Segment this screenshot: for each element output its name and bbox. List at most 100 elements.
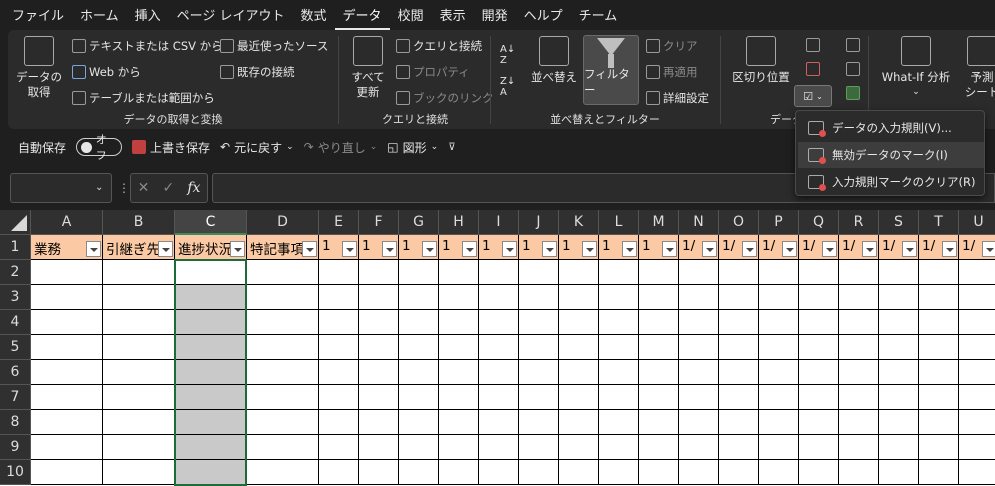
cell[interactable] [919, 435, 959, 460]
cell[interactable] [839, 335, 879, 360]
cell[interactable] [919, 385, 959, 410]
tab-0[interactable]: ファイル [4, 4, 72, 30]
chevron-down-icon[interactable]: ⌄ [95, 182, 103, 193]
cell[interactable] [639, 385, 679, 410]
cell[interactable] [399, 360, 439, 385]
cell[interactable] [879, 310, 919, 335]
cell[interactable] [919, 460, 959, 485]
cell[interactable] [439, 285, 479, 310]
cell[interactable] [759, 360, 799, 385]
filter-dropdown-icon[interactable] [862, 241, 877, 257]
tab-7[interactable]: 表示 [432, 4, 474, 30]
column-header[interactable]: Q [799, 210, 839, 235]
save-button[interactable]: 上書き保存 [132, 139, 210, 156]
filter-dropdown-icon[interactable] [502, 241, 517, 257]
menu-item-2[interactable]: 入力規則マークのクリア(R) [798, 169, 984, 195]
cell[interactable] [519, 460, 559, 485]
get-data-button[interactable]: データの 取得 [16, 36, 62, 100]
cell[interactable] [359, 360, 399, 385]
cell[interactable] [31, 410, 103, 435]
filter-dropdown-icon[interactable] [302, 241, 317, 257]
cell[interactable] [799, 360, 839, 385]
row-header[interactable]: 4 [0, 310, 31, 335]
sort-desc-button[interactable]: Z↓ A [500, 76, 515, 98]
cell[interactable] [679, 410, 719, 435]
cell[interactable] [439, 360, 479, 385]
cell[interactable] [799, 410, 839, 435]
column-header[interactable]: A [31, 210, 103, 235]
row-header[interactable]: 1 [0, 235, 31, 260]
column-header[interactable]: E [319, 210, 359, 235]
cell[interactable] [519, 410, 559, 435]
select-all-button[interactable] [0, 210, 31, 235]
cancel-icon[interactable]: ✕ [138, 180, 150, 196]
cell[interactable] [319, 285, 359, 310]
cell[interactable] [247, 285, 319, 310]
cell[interactable] [319, 335, 359, 360]
cell[interactable] [175, 435, 247, 460]
column-header[interactable]: T [919, 210, 959, 235]
filter-dropdown-icon[interactable] [462, 241, 477, 257]
column-header[interactable]: D [247, 210, 319, 235]
cell[interactable] [399, 460, 439, 485]
cell[interactable] [879, 435, 919, 460]
row-header[interactable]: 9 [0, 435, 31, 460]
filter-dropdown-icon[interactable] [86, 241, 101, 257]
cell[interactable] [719, 410, 759, 435]
column-header[interactable]: B [103, 210, 175, 235]
row-header[interactable]: 3 [0, 285, 31, 310]
cell[interactable] [175, 335, 247, 360]
cell[interactable] [879, 385, 919, 410]
column-header[interactable]: H [439, 210, 479, 235]
header-cell[interactable]: 1 [519, 235, 559, 260]
cell[interactable] [559, 385, 599, 410]
cell[interactable] [399, 410, 439, 435]
cell[interactable] [719, 285, 759, 310]
cell[interactable] [559, 260, 599, 285]
cell[interactable] [719, 260, 759, 285]
cell[interactable] [31, 310, 103, 335]
column-header[interactable]: O [719, 210, 759, 235]
cell[interactable] [359, 285, 399, 310]
edit-links-button[interactable]: ブックのリンク [396, 90, 494, 106]
column-header[interactable]: U [959, 210, 995, 235]
filter-dropdown-icon[interactable] [422, 241, 437, 257]
cell[interactable] [247, 385, 319, 410]
tab-3[interactable]: ページ レイアウト [169, 4, 293, 30]
cell[interactable] [599, 460, 639, 485]
cell[interactable] [479, 285, 519, 310]
cell[interactable] [103, 285, 175, 310]
cell[interactable] [439, 460, 479, 485]
cell[interactable] [799, 260, 839, 285]
advanced-filter-button[interactable]: 詳細設定 [646, 90, 709, 106]
cell[interactable] [719, 435, 759, 460]
cell[interactable] [839, 360, 879, 385]
cell[interactable] [247, 360, 319, 385]
filter-dropdown-icon[interactable] [382, 241, 397, 257]
cell[interactable] [31, 385, 103, 410]
header-cell[interactable]: 特記事項 [247, 235, 319, 260]
from-table-range-button[interactable]: テーブルまたは範囲から [72, 90, 215, 106]
cell[interactable] [919, 360, 959, 385]
cell[interactable] [399, 435, 439, 460]
reapply-button[interactable]: 再適用 [646, 64, 698, 80]
cell[interactable] [103, 335, 175, 360]
tab-8[interactable]: 開発 [474, 4, 516, 30]
cell[interactable] [959, 460, 995, 485]
cell[interactable] [919, 310, 959, 335]
header-cell[interactable]: 1/ [879, 235, 919, 260]
cell[interactable] [31, 260, 103, 285]
cell[interactable] [599, 385, 639, 410]
cell[interactable] [759, 410, 799, 435]
cell[interactable] [599, 260, 639, 285]
insert-function-icon[interactable]: fx [187, 180, 200, 196]
cell[interactable] [559, 360, 599, 385]
filter-button[interactable]: フィルター [583, 35, 639, 105]
column-header[interactable]: S [879, 210, 919, 235]
cell[interactable] [959, 435, 995, 460]
cell[interactable] [919, 285, 959, 310]
column-header[interactable]: I [479, 210, 519, 235]
filter-dropdown-icon[interactable] [342, 241, 357, 257]
cell[interactable] [919, 410, 959, 435]
header-cell[interactable]: 1/ [719, 235, 759, 260]
